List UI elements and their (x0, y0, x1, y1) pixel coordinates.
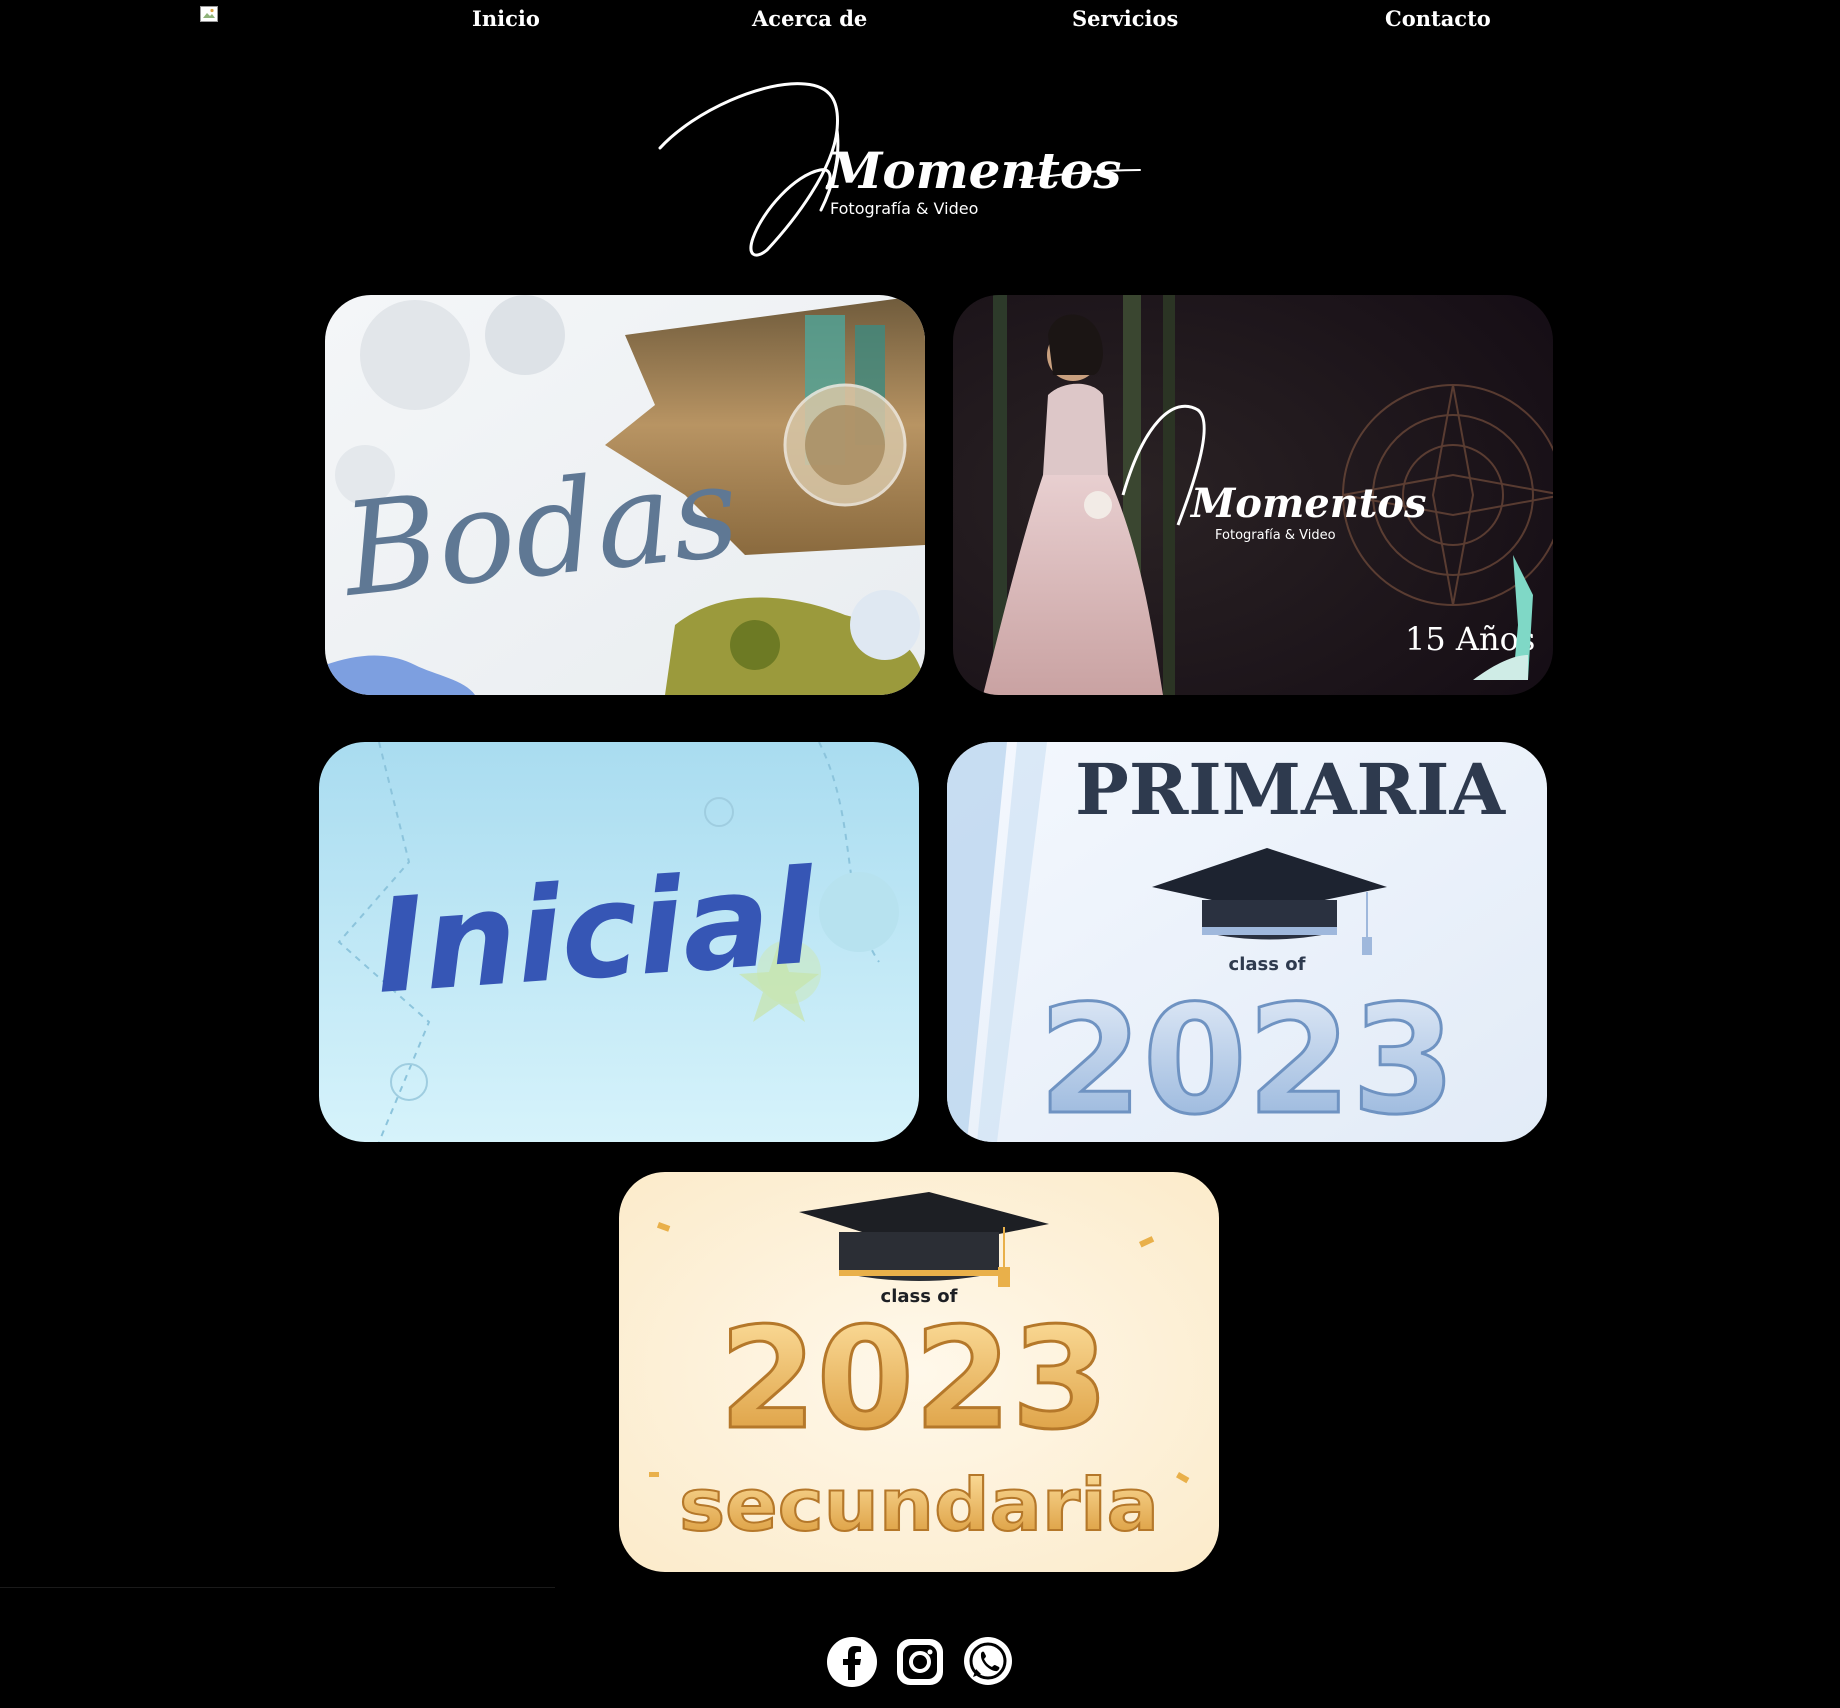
secundaria-image: class of 2023 secundaria (619, 1172, 1219, 1572)
primaria-image: PRIMARIA class of 2023 (947, 742, 1547, 1142)
card-primaria[interactable]: PRIMARIA class of 2023 (947, 742, 1547, 1142)
bodas-image: Bodas (325, 295, 925, 695)
quince-image: Momentos Fotografía & Video 15 Años (953, 295, 1553, 695)
card-secundaria[interactable]: class of 2023 secundaria (619, 1172, 1219, 1572)
logo-script: Momentos (825, 141, 1121, 200)
quince-logo-script: Momentos (1189, 480, 1427, 527)
card-bodas[interactable]: Bodas (325, 295, 925, 695)
instagram-icon[interactable] (894, 1636, 946, 1688)
primaria-class-of: class of (1229, 954, 1306, 975)
inicial-image: Inicial (319, 742, 919, 1142)
momentos-logo: Momentos Fotografía & Video (658, 82, 1141, 257)
nav-link-servicios[interactable]: Servicios (1072, 6, 1178, 31)
inicial-title: Inicial (371, 840, 822, 1022)
primaria-title: PRIMARIA (1075, 748, 1507, 831)
card-inicial[interactable]: Inicial (319, 742, 919, 1142)
whatsapp-icon[interactable] (962, 1636, 1014, 1688)
footer-divider (0, 1587, 555, 1588)
card-15-anos[interactable]: Momentos Fotografía & Video 15 Años (953, 295, 1553, 695)
nav-link-inicio[interactable]: Inicio (472, 6, 540, 31)
quince-logo-tagline: Fotografía & Video (1215, 528, 1336, 543)
nav-link-acerca-de[interactable]: Acerca de (752, 6, 867, 31)
logo-tagline: Fotografía & Video (830, 199, 978, 218)
broken-image-icon (200, 6, 218, 22)
primaria-year: 2023 (1038, 974, 1455, 1142)
top-navigation: Inicio Acerca de Servicios Contacto (0, 0, 1840, 40)
secundaria-title: secundaria (679, 1463, 1159, 1547)
secundaria-year: 2023 (719, 1298, 1109, 1461)
nav-link-contacto[interactable]: Contacto (1385, 6, 1491, 31)
facebook-icon[interactable] (826, 1636, 878, 1688)
